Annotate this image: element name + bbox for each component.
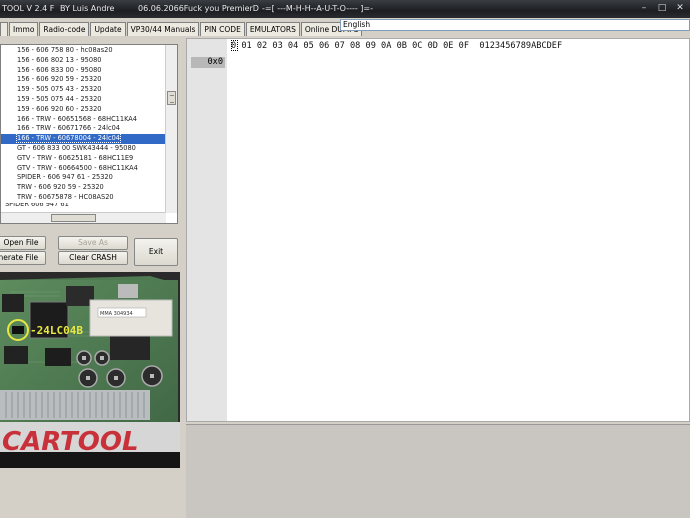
- list-scroll-thumb[interactable]: [167, 91, 176, 105]
- list-item[interactable]: 166 - TRW - 60651568 - 68HC11KA4: [1, 115, 166, 125]
- list-item-label: 166 - TRW - 60678004 - 24lc04: [16, 133, 121, 144]
- left-panel-footer: [0, 468, 186, 518]
- exit-button[interactable]: Exit: [134, 238, 178, 266]
- window-controls: – □ ✕: [638, 2, 686, 14]
- list-item-label: GTV - TRW - 60664500 - 68HC11KA4: [17, 163, 138, 172]
- chip-label: -24LC04B: [30, 324, 83, 337]
- list-item-label: 166 - TRW - 60671766 - 24lc04: [17, 124, 120, 133]
- tab-vp30-44-manuals[interactable]: VP30/44 Manuals: [126, 22, 200, 36]
- title-date: 06.06.2066Fuck you PremierD: [138, 4, 259, 13]
- list-item-label: 156 - 606 758 80 - hc08as20: [17, 46, 113, 54]
- list-item-label: 159 - 606 920 60 - 25320: [17, 104, 102, 113]
- list-item-label: 159 - 505 075 43 - 25320: [17, 85, 102, 94]
- title-app-name: TOOL V 2.4 F: [2, 4, 55, 13]
- list-item[interactable]: 156 - 606 802 13 - 95080: [1, 56, 166, 66]
- tab-update[interactable]: Update: [90, 22, 126, 36]
- list-item[interactable]: 159 - 505 075 43 - 25320: [1, 85, 166, 95]
- tab-emulators[interactable]: EMULATORS: [245, 22, 300, 36]
- open-file-button[interactable]: Open File: [0, 236, 46, 250]
- tab-pin-code[interactable]: PIN CODE: [200, 22, 245, 36]
- ecu-board-image: MMA 304934 -24LC04B CARTOOL: [0, 272, 180, 468]
- list-item[interactable]: TRW - 606 920 59 - 25320: [1, 183, 166, 193]
- list-item[interactable]: 156 - 606 758 80 - hc08as20: [1, 46, 166, 56]
- clear-crash-button[interactable]: Clear CRASH: [58, 251, 128, 265]
- title-tag: -=[ ---M-H-H--A-U-T-O---- ]=-: [262, 4, 373, 13]
- close-button[interactable]: ✕: [674, 2, 686, 14]
- tab-main[interactable]: [0, 22, 8, 36]
- list-item-label: 156 - 606 833 00 - 95080: [17, 65, 102, 74]
- hex-offset-gutter: [187, 39, 227, 421]
- list-item-label: TRW - 606 920 59 - 25320: [17, 183, 104, 192]
- list-item-label: 156 - 606 802 13 - 95080: [17, 55, 102, 64]
- list-item-label: 156 - 606 920 59 - 25320: [17, 75, 102, 84]
- title-author: BY Luis Andre: [60, 4, 115, 13]
- list-item-label: SPIDER - 606 947 61 - 25320: [17, 173, 113, 182]
- sticker-label: MMA 304934: [100, 311, 133, 317]
- status-panel: [186, 424, 690, 518]
- list-item[interactable]: 166 - TRW - 60678004 - 24lc04: [1, 133, 166, 144]
- hex-editor[interactable]: 0 01 02 03 04 05 06 07 08 09 0A 0B 0C 0D…: [186, 38, 690, 422]
- list-item[interactable]: 159 - 606 920 60 - 25320: [1, 105, 166, 115]
- generate-file-button[interactable]: enerate File: [0, 251, 46, 265]
- list-item-label: TRW - 60675878 - HC08AS20: [17, 192, 114, 201]
- language-select[interactable]: English: [340, 19, 690, 31]
- list-item[interactable]: SPIDER 606 947 61: [1, 203, 166, 208]
- list-item[interactable]: 156 - 606 833 00 - 95080: [1, 66, 166, 76]
- list-item-label: GTV - TRW - 60625181 - 68HC11E9: [17, 153, 134, 162]
- list-vertical-scrollbar[interactable]: [165, 45, 177, 213]
- list-item[interactable]: 159 - 505 075 44 - 25320: [1, 95, 166, 105]
- hex-row-offset: 0x0: [191, 57, 225, 68]
- list-item-label: SPIDER 606 947 61: [5, 202, 69, 208]
- minimize-button[interactable]: –: [638, 2, 650, 14]
- tab-immo[interactable]: Immo: [9, 22, 39, 36]
- list-hscroll-thumb[interactable]: [51, 214, 96, 222]
- ecu-list[interactable]: 156 - 606 758 80 - hc08as20 156 - 606 802…: [0, 44, 178, 224]
- list-item-label: GT - 606 833 00 SWK43444 - 95080: [17, 143, 136, 152]
- list-item-label: 166 - TRW - 60651568 - 68HC11KA4: [17, 114, 137, 123]
- ecu-list-items: 156 - 606 758 80 - hc08as20 156 - 606 802…: [1, 46, 166, 208]
- list-item[interactable]: GT - 606 833 00 SWK43444 - 95080: [1, 144, 166, 154]
- ecu-board-illustration: MMA 304934 -24LC04B CARTOOL: [0, 272, 180, 468]
- maximize-button[interactable]: □: [656, 2, 668, 14]
- hex-column-header: 0 01 02 03 04 05 06 07 08 09 0A 0B 0C 0D…: [231, 41, 563, 51]
- list-item[interactable]: GTV - TRW - 60664500 - 68HC11KA4: [1, 164, 166, 174]
- list-item[interactable]: GTV - TRW - 60625181 - 68HC11E9: [1, 154, 166, 164]
- save-as-button[interactable]: Save As: [58, 236, 128, 250]
- list-item[interactable]: SPIDER - 606 947 61 - 25320: [1, 173, 166, 183]
- tab-bar: Immo Radio-code Update VP30/44 Manuals P…: [0, 22, 363, 36]
- list-item-label: 159 - 505 075 44 - 25320: [17, 94, 102, 103]
- list-horizontal-scrollbar[interactable]: [1, 212, 166, 223]
- tab-radio-code[interactable]: Radio-code: [39, 22, 90, 36]
- title-bar: TOOL V 2.4 F BY Luis Andre 06.06.2066Fuc…: [0, 0, 690, 18]
- list-item[interactable]: 156 - 606 920 59 - 25320: [1, 75, 166, 85]
- list-item[interactable]: 166 - TRW - 60671766 - 24lc04: [1, 124, 166, 134]
- list-item[interactable]: TRW - 60675878 - HC08AS20: [1, 193, 166, 203]
